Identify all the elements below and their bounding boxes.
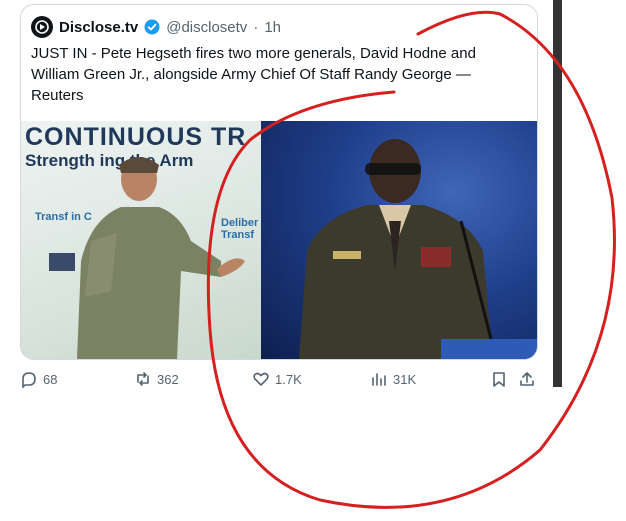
share-button[interactable] — [518, 370, 536, 388]
handle[interactable]: @disclosetv — [166, 19, 247, 36]
views-button[interactable]: 31K — [370, 370, 416, 388]
tweet-actions: 68 362 1.7K 31K — [20, 370, 536, 392]
tweet-media[interactable]: CONTINUOUS TR Strength ing the Arm Trans… — [21, 121, 537, 359]
bookmark-button[interactable] — [490, 370, 508, 388]
like-button[interactable]: 1.7K — [252, 370, 302, 388]
reply-icon — [22, 372, 36, 388]
bar-chart-icon — [372, 373, 386, 386]
heart-icon — [253, 372, 269, 386]
photo-general-podium[interactable] — [261, 121, 537, 359]
timestamp[interactable]: 1h — [264, 19, 281, 36]
bookmark-icon — [493, 372, 505, 387]
page-divider — [553, 0, 562, 387]
share-icon — [520, 372, 534, 386]
tweet-text: JUST IN - Pete Hegseth fires two more ge… — [31, 45, 476, 104]
photo-soldier-speaking[interactable]: CONTINUOUS TR Strength ing the Arm Trans… — [21, 121, 261, 359]
general-silhouette-icon — [299, 139, 537, 359]
repost-button[interactable]: 362 — [134, 370, 179, 388]
like-count: 1.7K — [275, 371, 302, 387]
tweet-card[interactable]: Disclose.tv @disclosetv · 1h JUST IN - P… — [20, 4, 538, 360]
separator: · — [253, 18, 259, 36]
view-count: 31K — [393, 371, 417, 387]
soldier-silhouette-icon — [49, 157, 245, 359]
disclose-logo-icon — [35, 20, 49, 34]
reply-button[interactable]: 68 — [20, 370, 57, 388]
repost-icon — [137, 372, 149, 386]
tweet-header: Disclose.tv @disclosetv · 1h — [31, 15, 281, 39]
account-name[interactable]: Disclose.tv — [59, 19, 138, 36]
avatar[interactable] — [31, 16, 53, 38]
reply-count: 68 — [43, 371, 58, 387]
repost-count: 362 — [157, 371, 179, 387]
verified-badge-icon — [144, 19, 160, 35]
